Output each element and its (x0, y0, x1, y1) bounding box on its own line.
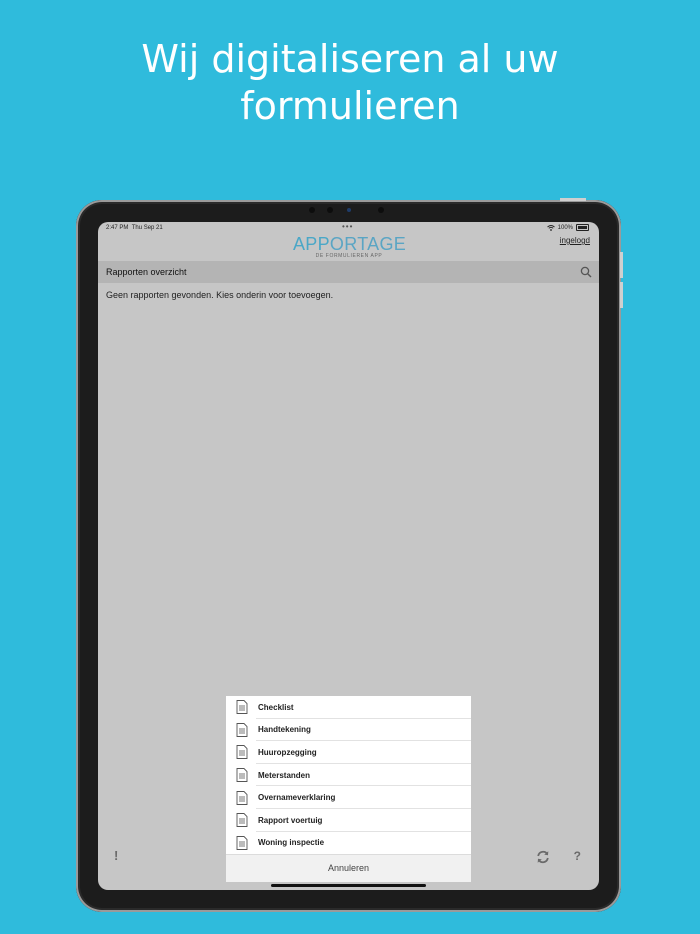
help-icon[interactable]: ? (574, 849, 581, 863)
sensor-dot (327, 207, 333, 213)
empty-state-message: Geen rapporten gevonden. Kies onderin vo… (106, 290, 334, 300)
status-bar: 2:47 PM Thu Sep 21 ••• 100% (98, 222, 599, 234)
sheet-item-label: Checklist (258, 702, 294, 712)
document-icon (236, 768, 248, 783)
status-date: Thu Sep 21 (131, 225, 163, 231)
logo-app-text: APP (293, 234, 330, 254)
document-icon (236, 835, 248, 850)
sheet-item-label: Rapport voertuig (258, 815, 323, 825)
document-icon (236, 745, 248, 760)
volume-up-button (620, 252, 623, 278)
headline-line-2: formulieren (240, 84, 460, 128)
power-button (560, 198, 586, 201)
sheet-item-handtekening[interactable]: Handtekening (226, 719, 471, 742)
sheet-item-rapport-voertuig[interactable]: Rapport voertuig (226, 809, 471, 832)
sheet-item-label: Huuropzegging (258, 747, 317, 757)
overview-title: Rapporten overzicht (106, 267, 187, 277)
document-icon (236, 700, 248, 715)
document-icon (236, 790, 248, 805)
sheet-item-meterstanden[interactable]: Meterstanden (226, 764, 471, 787)
home-indicator[interactable] (271, 884, 426, 887)
battery-icon (576, 224, 589, 231)
form-action-sheet: Checklist Handtekening Huuropzegging Met… (226, 696, 471, 882)
headline-line-1: Wij digitaliseren al uw (141, 37, 559, 81)
headline: Wij digitaliseren al uw formulieren (0, 36, 700, 130)
sheet-item-huuropzegging[interactable]: Huuropzegging (226, 741, 471, 764)
sheet-item-label: Handtekening (258, 725, 311, 735)
status-time-date: 2:47 PM Thu Sep 21 (106, 225, 163, 231)
cancel-button[interactable]: Annuleren (226, 854, 471, 882)
alert-icon[interactable]: ! (114, 848, 118, 863)
app-logo: APPORTAGE DE FORMULIEREN APP (293, 234, 407, 259)
status-time: 2:47 PM (106, 225, 129, 231)
battery-percentage: 100% (557, 224, 573, 231)
sensor-dot (378, 207, 384, 213)
sheet-item-label: Woning inspectie (258, 838, 325, 848)
sensor-dot (309, 207, 315, 213)
document-icon (236, 722, 248, 737)
sheet-item-checklist[interactable]: Checklist (226, 696, 471, 719)
sheet-item-label: Overnameverklaring (258, 793, 336, 803)
wifi-icon (546, 224, 555, 231)
sheet-item-woning-inspectie[interactable]: Woning inspectie (226, 832, 471, 855)
status-right: 100% (546, 224, 589, 231)
search-icon[interactable] (580, 266, 592, 278)
sheet-item-label: Meterstanden (258, 770, 311, 780)
document-icon (236, 813, 248, 828)
overview-header: Rapporten overzicht (98, 261, 599, 283)
login-status-link[interactable]: ingelogd (560, 236, 590, 245)
refresh-icon[interactable] (536, 850, 550, 864)
app-screen: 2:47 PM Thu Sep 21 ••• 100% APPORTAGE DE… (98, 222, 599, 890)
volume-down-button (620, 282, 623, 308)
camera-lens (347, 208, 351, 212)
multitasking-dots[interactable]: ••• (342, 222, 353, 231)
sheet-item-overnameverklaring[interactable]: Overnameverklaring (226, 786, 471, 809)
logo-ortage-text: ORTAGE (329, 234, 407, 254)
